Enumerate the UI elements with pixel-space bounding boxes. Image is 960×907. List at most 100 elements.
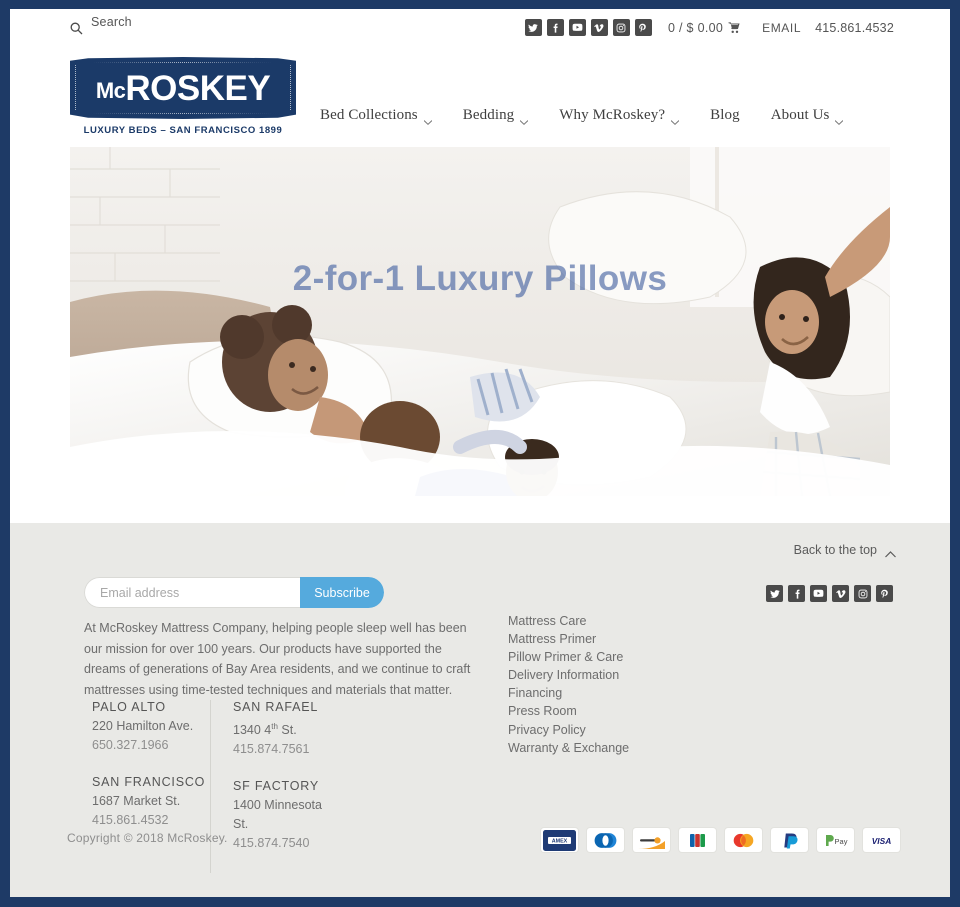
logo-tagline: LUXURY BEDS – SAN FRANCISCO 1899	[83, 125, 283, 136]
search-box[interactable]: Search	[70, 15, 132, 38]
pinterest-icon[interactable]	[876, 585, 893, 602]
subscribe-button[interactable]: Subscribe	[300, 577, 384, 608]
street-tail: St.	[277, 723, 297, 738]
street-main: 1340 4	[233, 723, 272, 738]
address-city: PALO ALTO	[92, 700, 166, 714]
footer-link-pillow-primer-care[interactable]: Pillow Primer & Care	[508, 648, 638, 666]
nav-item-bedding[interactable]: Bedding	[463, 107, 529, 125]
footer-link-privacy-policy[interactable]: Privacy Policy	[508, 721, 638, 739]
header-phone[interactable]: 415.861.4532	[815, 21, 894, 35]
address-city: SF FACTORY	[233, 779, 320, 794]
svg-text:Pay: Pay	[835, 837, 848, 846]
address-street: 1687 Market St.	[92, 794, 181, 808]
payment-methods: AMEX Pay VISA	[541, 828, 900, 852]
facebook-icon[interactable]	[546, 19, 564, 36]
nav-item-why-mcroskey[interactable]: Why McRoskey?	[559, 107, 680, 125]
footer-link-delivery-information[interactable]: Delivery Information	[508, 666, 638, 684]
address-sf-factory: SF FACTORY 1400 Minnesota St. 415.874.75…	[233, 779, 328, 853]
newsletter-form[interactable]: Subscribe	[84, 577, 384, 608]
page-frame: Search 0 / $ 0.00 EMAIL 415.861.4532 McR…	[0, 0, 960, 907]
mastercard-icon	[725, 828, 762, 852]
address-city: SAN RAFAEL	[233, 700, 319, 714]
address-street: 220 Hamilton Ave.	[92, 719, 194, 733]
utility-bar: Search 0 / $ 0.00 EMAIL 415.861.4532	[10, 9, 950, 49]
address-column-2: SAN RAFAEL 1340 4th St. 415.874.7561 SF …	[210, 700, 328, 874]
address-street: 1340 4th St.	[233, 717, 328, 740]
logo-mc: Mc	[95, 77, 126, 103]
chevron-up-icon	[885, 547, 896, 557]
footer-social-links	[766, 585, 893, 602]
twitter-icon[interactable]	[524, 19, 542, 36]
footer-link-warranty-exchange[interactable]: Warranty & Exchange	[508, 739, 638, 757]
footer-link-press-room[interactable]: Press Room	[508, 702, 638, 720]
footer-link-mattress-care[interactable]: Mattress Care	[508, 612, 638, 630]
chevron-down-icon	[835, 113, 844, 125]
hero-banner[interactable]: 2-for-1 Luxury Pillows	[70, 147, 890, 496]
utility-right-group: 0 / $ 0.00 EMAIL 415.861.4532	[524, 19, 894, 36]
jcb-icon	[679, 828, 716, 852]
nav-item-about-us[interactable]: About Us	[771, 107, 844, 125]
page-content: Search 0 / $ 0.00 EMAIL 415.861.4532 McR…	[10, 9, 950, 897]
facebook-icon[interactable]	[788, 585, 805, 602]
vimeo-icon[interactable]	[832, 585, 849, 602]
svg-text:VISA: VISA	[872, 836, 892, 846]
back-to-top-link[interactable]: Back to the top	[794, 543, 896, 557]
email-input[interactable]	[84, 577, 300, 608]
logo-wordmark: McROSKEY	[95, 68, 271, 108]
pinterest-icon[interactable]	[634, 19, 652, 36]
site-logo[interactable]: McROSKEY LUXURY BEDS – SAN FRANCISCO 189…	[70, 57, 296, 136]
vimeo-icon[interactable]	[590, 19, 608, 36]
footer-link-list: Mattress Care Mattress Primer Pillow Pri…	[508, 612, 638, 757]
street-ordinal: th	[271, 722, 278, 731]
hero-footer-gap	[10, 496, 950, 523]
hero-title: 2-for-1 Luxury Pillows	[292, 259, 668, 298]
twitter-icon[interactable]	[766, 585, 783, 602]
address-san-rafael: SAN RAFAEL 1340 4th St. 415.874.7561	[233, 700, 328, 759]
visa-icon: VISA	[863, 828, 900, 852]
address-san-francisco: SAN FRANCISCO 1687 Market St. 415.861.45…	[92, 775, 210, 830]
address-column-1: PALO ALTO 220 Hamilton Ave. 650.327.1966…	[92, 700, 210, 873]
main-navigation: Bed Collections Bedding Why McRoskey? Bl…	[320, 107, 844, 125]
search-label: Search	[91, 15, 132, 29]
address-phone[interactable]: 415.874.7540	[233, 834, 328, 853]
chevron-down-icon	[423, 113, 433, 125]
cart-link[interactable]: 0 / $ 0.00	[668, 21, 740, 35]
svg-text:AMEX: AMEX	[552, 838, 568, 844]
search-icon[interactable]	[70, 22, 83, 38]
nav-label: Blog	[710, 107, 740, 123]
back-to-top-label: Back to the top	[793, 543, 877, 557]
discover-icon	[633, 828, 670, 852]
nav-label: Why McRoskey?	[559, 107, 666, 123]
logo-roskey: ROSKEY	[125, 68, 271, 108]
paypal-icon	[771, 828, 808, 852]
site-footer: Back to the top Subscribe At McRoskey Ma…	[10, 523, 950, 897]
instagram-icon[interactable]	[854, 585, 871, 602]
site-header: McROSKEY LUXURY BEDS – SAN FRANCISCO 189…	[10, 49, 950, 147]
copyright-text: Copyright © 2018 McRoskey.	[67, 831, 228, 845]
store-addresses: PALO ALTO 220 Hamilton Ave. 650.327.1966…	[92, 700, 328, 874]
footer-link-financing[interactable]: Financing	[508, 684, 638, 702]
nav-label: Bed Collections	[320, 107, 418, 123]
email-link[interactable]: EMAIL	[762, 21, 801, 35]
address-palo-alto: PALO ALTO 220 Hamilton Ave. 650.327.1966	[92, 700, 210, 755]
youtube-icon[interactable]	[810, 585, 827, 602]
amex-icon: AMEX	[541, 828, 578, 852]
footer-link-mattress-primer[interactable]: Mattress Primer	[508, 630, 638, 648]
address-phone[interactable]: 650.327.1966	[92, 736, 210, 755]
nav-item-bed-collections[interactable]: Bed Collections	[320, 107, 433, 125]
instagram-icon[interactable]	[612, 19, 630, 36]
address-phone[interactable]: 415.861.4532	[92, 811, 210, 830]
address-city: SAN FRANCISCO	[92, 775, 206, 789]
cart-icon	[728, 21, 740, 34]
about-paragraph: At McRoskey Mattress Company, helping pe…	[84, 621, 471, 697]
cart-total: 0 / $ 0.00	[667, 20, 724, 35]
chevron-down-icon	[670, 113, 680, 125]
youtube-icon[interactable]	[568, 19, 586, 36]
diners-club-icon	[587, 828, 624, 852]
logo-banner: McROSKEY	[70, 57, 296, 119]
nav-item-blog[interactable]: Blog	[710, 107, 740, 124]
google-pay-icon: Pay	[817, 828, 854, 852]
hero-image	[70, 147, 890, 496]
chevron-down-icon	[519, 113, 529, 125]
address-phone[interactable]: 415.874.7561	[233, 740, 328, 759]
